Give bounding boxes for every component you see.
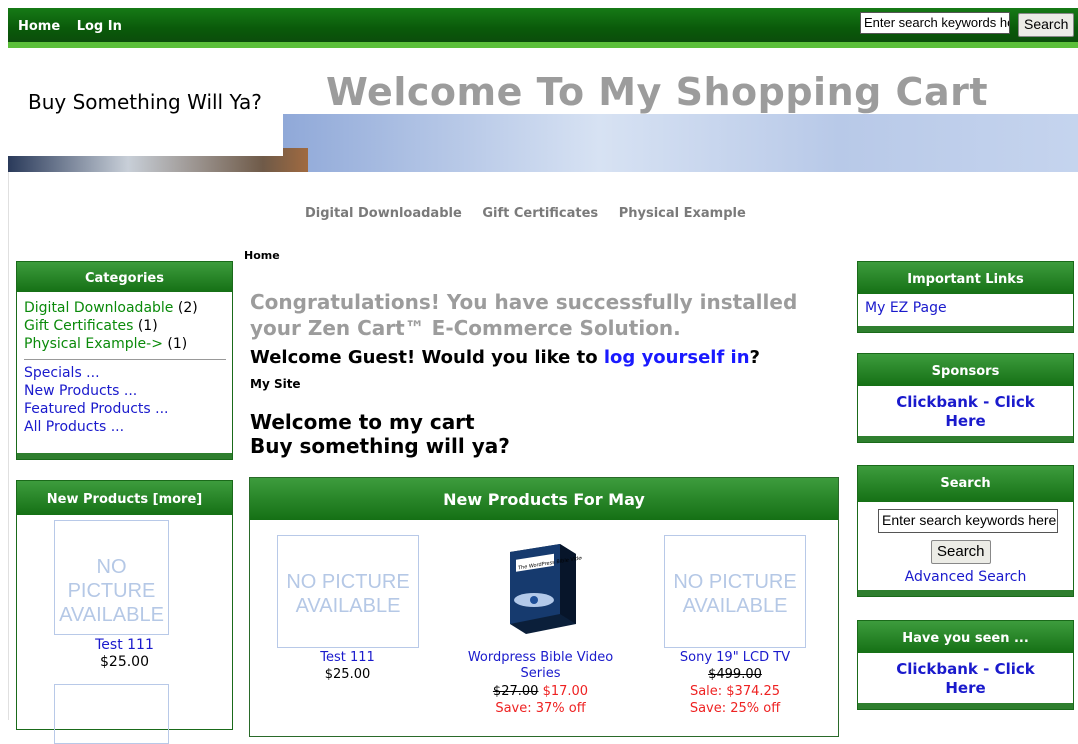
advanced-search-link[interactable]: Advanced Search	[858, 569, 1073, 585]
header-banner: Buy Something Will Ya? Welcome To My Sho…	[8, 52, 1078, 172]
product-image-placeholder[interactable]: NO PICTURE AVAILABLE	[664, 535, 806, 648]
product-image-placeholder[interactable]	[54, 684, 169, 744]
all-products-link[interactable]: All Products ...	[24, 418, 226, 436]
search-sidebox-header: Search	[858, 466, 1073, 502]
sale-price: Sale: $374.25	[689, 684, 781, 699]
have-you-seen-link[interactable]: Clickbank - Click Here	[858, 653, 1073, 698]
welcome-line: Welcome Guest! Would you like to log you…	[250, 347, 760, 368]
sponsor-link[interactable]: Clickbank - Click Here	[858, 386, 1073, 431]
login-link[interactable]: Log In	[77, 19, 122, 34]
top-nav: Home Log In	[18, 19, 134, 34]
important-links-header: Important Links	[858, 262, 1073, 294]
left-border-line	[8, 172, 9, 720]
congrats-message: Congratulations! You have successfully i…	[250, 290, 798, 340]
product-image-placeholder[interactable]: NO PICTURE AVAILABLE	[54, 520, 169, 635]
product-name-link[interactable]: Sony 19" LCD TV	[655, 650, 815, 665]
video-series-box-image[interactable]: The WordPress Bible Video Series	[502, 538, 602, 638]
side-search-input[interactable]: Enter search keywords here	[878, 509, 1058, 533]
categories-box: Categories Digital Downloadable (2) Gift…	[16, 261, 233, 460]
product-name-link[interactable]: Wordpress Bible Video Series	[448, 650, 633, 682]
have-you-seen-box: Have you seen ... Clickbank - Click Here	[857, 620, 1074, 710]
tab-gift-certificates[interactable]: Gift Certificates	[482, 206, 598, 221]
banner-sky-image	[280, 114, 1078, 172]
box-footer	[17, 453, 232, 459]
savings-text: Save: 25% off	[689, 701, 781, 716]
home-link[interactable]: Home	[18, 19, 60, 34]
new-products-sidebox: New Products [more] NO PICTURE AVAILABLE…	[16, 480, 233, 744]
new-products-center-header: New Products For May	[250, 478, 838, 520]
top-navigation-bar: Home Log In Enter search keywords here S…	[8, 8, 1078, 48]
side-search-button[interactable]: Search	[931, 540, 991, 564]
greeting-message: Welcome to my cart Buy something will ya…	[250, 410, 510, 458]
featured-products-link[interactable]: Featured Products ...	[24, 400, 226, 418]
top-search-button[interactable]: Search	[1018, 13, 1075, 37]
category-item[interactable]: Digital Downloadable (2)	[24, 299, 226, 317]
category-divider	[24, 359, 226, 360]
product-name-link[interactable]: Test 111	[17, 637, 232, 653]
have-you-seen-header: Have you seen ...	[858, 621, 1073, 653]
new-products-center-box: New Products For May NO PICTURE AVAILABL…	[249, 477, 839, 737]
sponsors-box: Sponsors Clickbank - Click Here	[857, 353, 1074, 443]
savings-text: Save: 37% off	[495, 701, 586, 716]
site-label: My Site	[250, 377, 301, 391]
box-footer	[858, 590, 1073, 596]
product-name-link[interactable]: Test 111	[270, 650, 425, 665]
new-products-side-header[interactable]: New Products [more]	[17, 481, 232, 515]
site-title: Welcome To My Shopping Cart	[326, 70, 988, 114]
tab-digital-downloadable[interactable]: Digital Downloadable	[305, 206, 462, 221]
product-price: $27.00 $17.00	[448, 684, 633, 699]
login-link-inline[interactable]: log yourself in	[604, 347, 750, 368]
new-products-link[interactable]: New Products ...	[24, 382, 226, 400]
breadcrumb[interactable]: Home	[244, 249, 280, 262]
product-image-placeholder[interactable]: NO PICTURE AVAILABLE	[277, 535, 419, 648]
sponsors-header: Sponsors	[858, 354, 1073, 386]
box-footer	[858, 436, 1073, 442]
category-item[interactable]: Physical Example-> (1)	[24, 335, 226, 353]
old-price: $27.00	[492, 684, 539, 699]
old-price: $499.00	[708, 667, 762, 682]
categories-list: Digital Downloadable (2) Gift Certificat…	[17, 292, 232, 436]
categories-header: Categories	[17, 262, 232, 292]
product-price: $25.00	[324, 667, 371, 682]
category-item[interactable]: Gift Certificates (1)	[24, 317, 226, 335]
product-price: $25.00	[100, 654, 149, 670]
category-tabs: Digital Downloadable Gift Certificates P…	[305, 206, 762, 221]
top-search-input[interactable]: Enter search keywords here	[860, 12, 1010, 34]
sale-price: $17.00	[542, 684, 589, 699]
specials-link[interactable]: Specials ...	[24, 364, 226, 382]
ez-page-link[interactable]: My EZ Page	[858, 294, 1073, 322]
search-sidebox: Search Enter search keywords here Search…	[857, 465, 1074, 597]
box-footer	[858, 326, 1073, 332]
tab-physical-example[interactable]: Physical Example	[619, 206, 746, 221]
important-links-box: Important Links My EZ Page	[857, 261, 1074, 333]
site-tagline: Buy Something Will Ya?	[28, 90, 262, 114]
box-footer	[858, 703, 1073, 709]
